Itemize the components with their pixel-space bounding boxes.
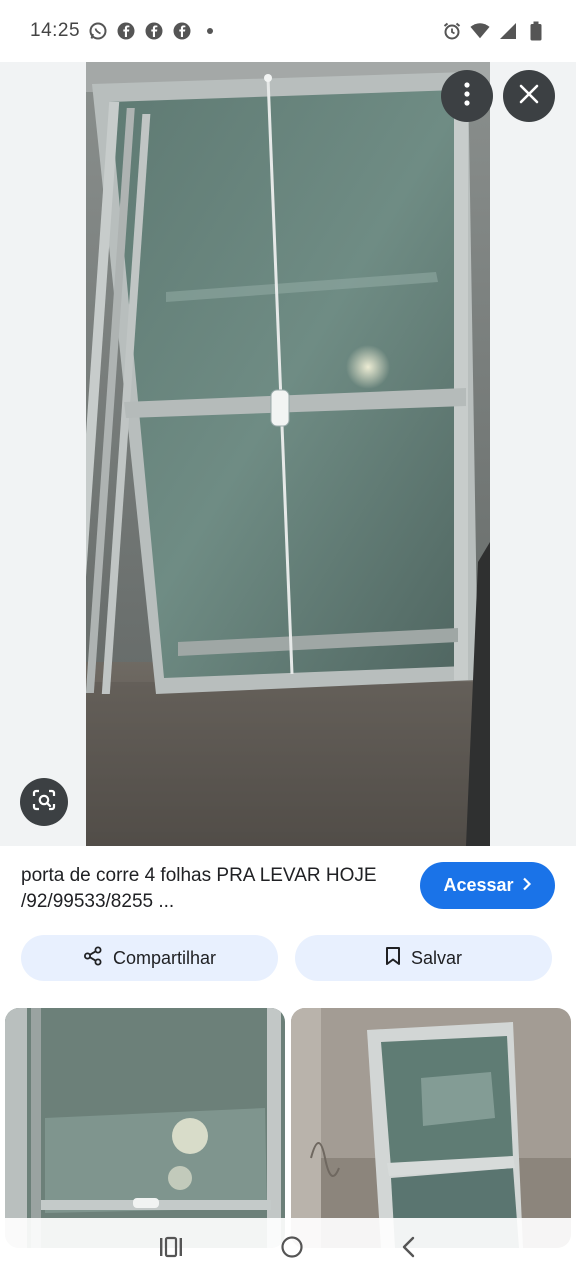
share-button[interactable]: Compartilhar bbox=[21, 935, 278, 981]
whatsapp-icon bbox=[88, 21, 108, 41]
dot-icon bbox=[200, 21, 220, 41]
system-nav-bar bbox=[0, 1218, 576, 1280]
status-right bbox=[442, 21, 546, 41]
facebook-icon bbox=[144, 21, 164, 41]
more-vert-icon bbox=[464, 81, 470, 111]
close-icon bbox=[519, 84, 539, 109]
related-image-1[interactable] bbox=[5, 1008, 285, 1248]
visit-label: Acessar bbox=[443, 875, 514, 895]
alarm-icon bbox=[442, 21, 462, 41]
signal-icon bbox=[498, 21, 518, 41]
image-viewer bbox=[0, 62, 576, 846]
status-bar: 14:25 bbox=[0, 0, 576, 62]
save-button[interactable]: Salvar bbox=[295, 935, 552, 981]
main-image[interactable] bbox=[86, 62, 490, 846]
status-time: 14:25 bbox=[30, 20, 81, 41]
related-image-2[interactable] bbox=[291, 1008, 571, 1248]
home-button[interactable] bbox=[280, 1235, 304, 1264]
close-button[interactable] bbox=[503, 70, 555, 122]
facebook-icon bbox=[116, 21, 136, 41]
lens-icon bbox=[31, 788, 57, 817]
back-button[interactable] bbox=[401, 1236, 417, 1263]
save-label: Salvar bbox=[410, 947, 463, 968]
chevron-right-icon bbox=[522, 875, 532, 896]
visit-button[interactable]: Acessar bbox=[420, 862, 555, 909]
share-icon bbox=[83, 946, 103, 971]
status-left: 14:25 bbox=[30, 20, 220, 42]
result-title[interactable]: porta de corre 4 folhas PRA LEVAR HOJE /… bbox=[21, 863, 401, 915]
recent-apps-button[interactable] bbox=[159, 1236, 183, 1263]
battery-icon bbox=[526, 21, 546, 41]
facebook-icon bbox=[172, 21, 192, 41]
wifi-icon bbox=[470, 21, 490, 41]
result-info: porta de corre 4 folhas PRA LEVAR HOJE /… bbox=[0, 846, 576, 1006]
bookmark-icon bbox=[385, 946, 401, 971]
google-lens-button[interactable] bbox=[20, 778, 68, 826]
share-label: Compartilhar bbox=[112, 947, 217, 968]
more-options-button[interactable] bbox=[441, 70, 493, 122]
